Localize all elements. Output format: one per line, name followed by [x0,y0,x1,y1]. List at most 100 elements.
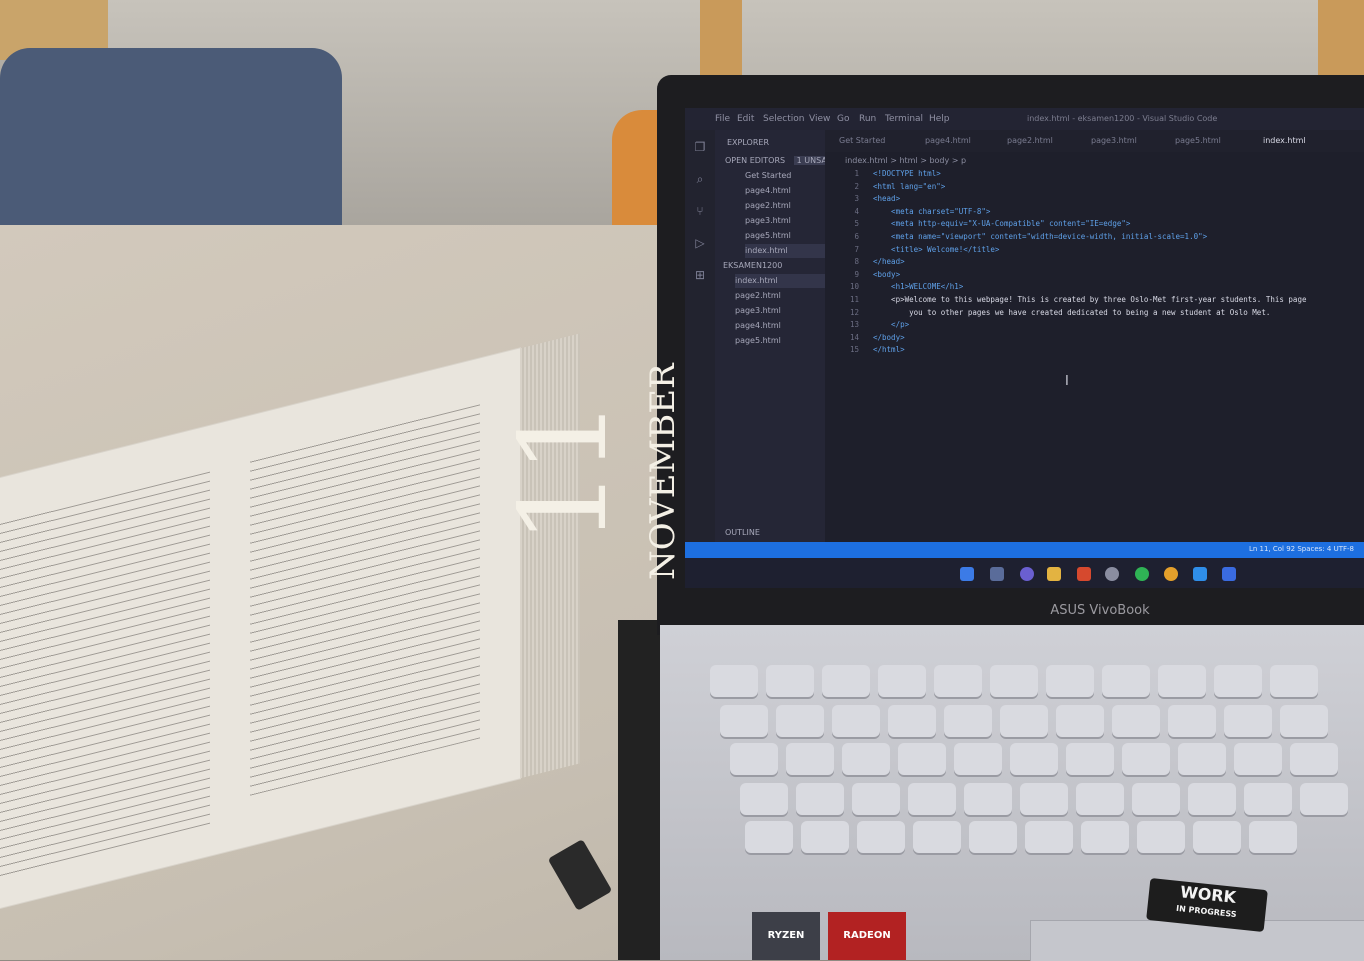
keyboard-key[interactable] [1214,665,1262,697]
keyboard-key[interactable] [1137,821,1185,853]
keyboard-key[interactable] [1300,783,1348,815]
office-icon[interactable] [1077,567,1091,581]
keyboard-key[interactable] [1244,783,1292,815]
touchpad[interactable] [1030,920,1364,961]
code-line[interactable]: 5 <meta http-equiv="X-UA-Compatible" con… [825,218,1130,231]
menu-selection[interactable]: Selection [763,114,804,124]
files-icon[interactable]: ❐ [693,140,707,154]
keyboard-key[interactable] [720,705,768,737]
keyboard-key[interactable] [1249,821,1297,853]
tab-page3[interactable]: page3.html [1091,130,1137,152]
keyboard-key[interactable] [1132,783,1180,815]
keyboard-key[interactable] [898,743,946,775]
keyboard-key[interactable] [934,665,982,697]
keyboard-key[interactable] [1010,743,1058,775]
chat-icon[interactable] [1020,567,1034,581]
keyboard-key[interactable] [786,743,834,775]
code-line[interactable]: 15 </html> [825,344,905,357]
keyboard-key[interactable] [1112,705,1160,737]
tab-page2[interactable]: page2.html [1007,130,1053,152]
keyboard-key[interactable] [766,665,814,697]
keyboard-key[interactable] [878,665,926,697]
chrome-icon[interactable] [1164,567,1178,581]
keyboard-key[interactable] [1280,705,1328,737]
code-line[interactable]: 9 <body> [825,269,900,282]
keyboard-key[interactable] [990,665,1038,697]
code-line[interactable]: 11 <p>Welcome to this webpage! This is c… [825,294,1307,307]
code-line[interactable]: 4 <meta charset="UTF-8"> [825,206,990,219]
menu-edit[interactable]: Edit [737,114,754,124]
keyboard-key[interactable] [969,821,1017,853]
keyboard-key[interactable] [1066,743,1114,775]
status-position[interactable]: Ln 11, Col 92 Spaces: 4 UTF-8 [1249,545,1354,553]
keyboard-key[interactable] [857,821,905,853]
keyboard-key[interactable] [1046,665,1094,697]
keyboard-key[interactable] [1081,821,1129,853]
keyboard-key[interactable] [852,783,900,815]
code-line[interactable]: 1 <!DOCTYPE html> [825,168,940,181]
keyboard-key[interactable] [1290,743,1338,775]
code-line[interactable]: 13 </p> [825,319,909,332]
breadcrumb[interactable]: index.html > html > body > p [845,156,966,165]
keyboard-key[interactable] [1000,705,1048,737]
extensions-icon[interactable]: ⊞ [693,268,707,282]
spotify-icon[interactable] [1135,567,1149,581]
keyboard-key[interactable] [1020,783,1068,815]
keyboard-key[interactable] [964,783,1012,815]
code-line[interactable]: 2 <html lang="en"> [825,181,945,194]
keyboard-key[interactable] [1056,705,1104,737]
keyboard-key[interactable] [1122,743,1170,775]
keyboard-key[interactable] [745,821,793,853]
keyboard-key[interactable] [1102,665,1150,697]
keyboard-key[interactable] [913,821,961,853]
start-icon[interactable] [960,567,974,581]
keyboard-key[interactable] [1234,743,1282,775]
settings-icon[interactable] [1105,567,1119,581]
menu-help[interactable]: Help [929,114,950,124]
task-view-icon[interactable] [990,567,1004,581]
menu-file[interactable]: File [715,114,730,124]
keyboard-key[interactable] [1224,705,1272,737]
keyboard-key[interactable] [776,705,824,737]
search-icon[interactable]: ⌕ [693,172,707,186]
outline-header[interactable]: OUTLINE [725,526,835,540]
keyboard-key[interactable] [954,743,1002,775]
keyboard-key[interactable] [1076,783,1124,815]
keyboard-key[interactable] [730,743,778,775]
keyboard-key[interactable] [1188,783,1236,815]
keyboard-key[interactable] [1270,665,1318,697]
keyboard-key[interactable] [832,705,880,737]
menu-view[interactable]: View [809,114,830,124]
code-line[interactable]: 7 <title> Welcome!</title> [825,244,999,257]
menu-terminal[interactable]: Terminal [885,114,923,124]
keyboard-key[interactable] [801,821,849,853]
keyboard-key[interactable] [888,705,936,737]
remote-desktop-icon[interactable] [1222,567,1236,581]
keyboard-key[interactable] [1025,821,1073,853]
keyboard-key[interactable] [908,783,956,815]
code-line[interactable]: 14 </body> [825,332,905,345]
keyboard-key[interactable] [796,783,844,815]
project-folder[interactable]: EKSAMEN1200 [723,259,833,273]
run-debug-icon[interactable]: ▷ [693,236,707,250]
keyboard-key[interactable] [1158,665,1206,697]
tab-get-started[interactable]: Get Started [839,130,885,152]
menu-run[interactable]: Run [859,114,876,124]
menu-go[interactable]: Go [837,114,849,124]
keyboard-key[interactable] [740,783,788,815]
keyboard-key[interactable] [822,665,870,697]
keyboard-key[interactable] [710,665,758,697]
open-editors-header[interactable]: OPEN EDITORS 1 UNSAVED [725,154,847,168]
source-control-icon[interactable]: ⑂ [693,204,707,218]
code-line[interactable]: 8 </head> [825,256,904,269]
keyboard-key[interactable] [842,743,890,775]
code-line[interactable]: 3 <head> [825,193,900,206]
file-explorer-icon[interactable] [1047,567,1061,581]
code-line[interactable]: 10 <h1>WELCOME</h1> [825,281,963,294]
keyboard-key[interactable] [1193,821,1241,853]
tab-index[interactable]: index.html [1263,130,1306,152]
keyboard-key[interactable] [944,705,992,737]
code-line[interactable]: 6 <meta name="viewport" content="width=d… [825,231,1207,244]
keyboard-key[interactable] [1168,705,1216,737]
tab-page5[interactable]: page5.html [1175,130,1221,152]
